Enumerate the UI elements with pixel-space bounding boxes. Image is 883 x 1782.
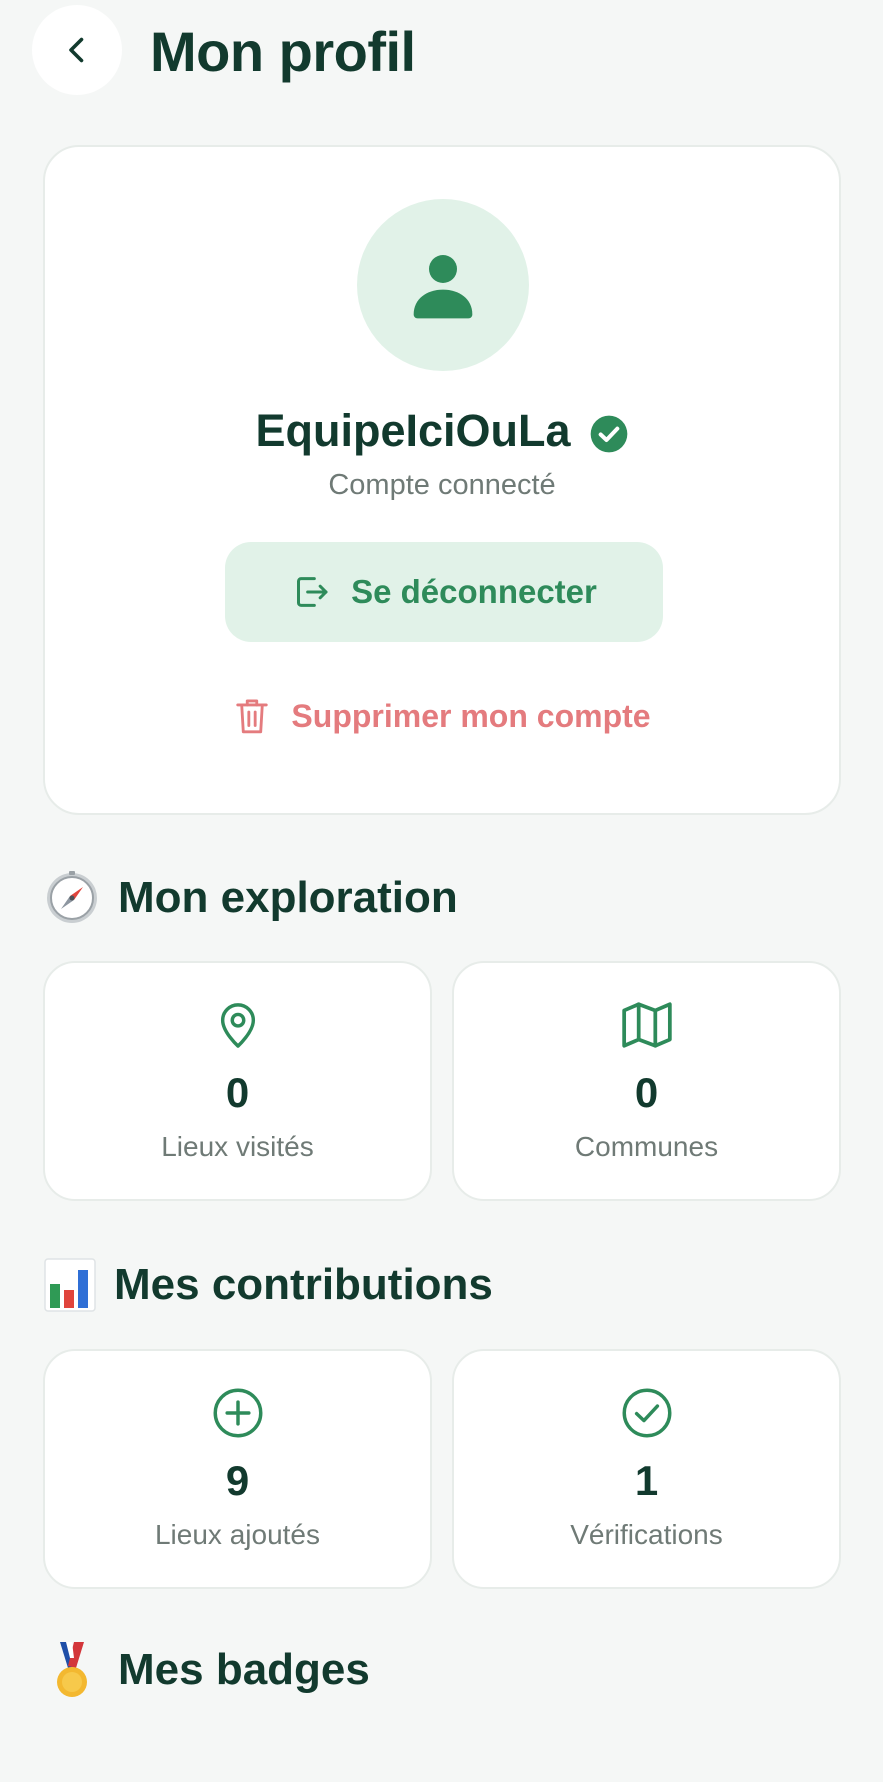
section-title-contributions-label: Mes contributions [114,1260,493,1309]
logout-label: Se déconnecter [351,573,597,610]
back-button[interactable] [32,5,122,95]
stat-value: 0 [634,1069,659,1116]
stat-label: Vérifications [570,1519,723,1550]
stat-value: 0 [225,1069,250,1116]
delete-account-button[interactable]: Supprimer mon compte [45,695,839,737]
section-title-exploration-label: Mon exploration [118,873,458,922]
profile-card: EquipeIciOuLa Compte connecté Se déconne… [43,145,841,815]
verified-check-icon [590,415,627,453]
compass-icon [47,871,97,923]
plus-circle-icon [213,1388,262,1438]
stat-card-verifications: 1 Vérifications [452,1349,841,1589]
map-pin-icon [220,1003,255,1048]
stat-value: 1 [634,1457,659,1504]
logout-icon [297,577,328,607]
logout-button[interactable]: Se déconnecter [225,542,663,642]
section-title-badges-label: Mes badges [118,1645,370,1694]
stat-card-places-added: 9 Lieux ajoutés [43,1349,432,1589]
stat-card-places-visited: 0 Lieux visités [43,961,432,1201]
medal-icon [57,1642,87,1697]
map-icon [621,1002,672,1048]
page-title: Mon profil [150,20,416,83]
section-title-exploration: Mon exploration [44,870,458,926]
username-row: EquipeIciOuLa [45,405,839,457]
account-status: Compte connecté [328,469,556,501]
chevron-left-icon [69,37,84,63]
username: EquipeIciOuLa [255,405,571,456]
user-icon [413,255,473,319]
stat-label: Lieux ajoutés [154,1519,320,1550]
trash-icon [236,699,269,734]
section-title-contributions: Mes contributions [44,1258,493,1312]
header: Mon profil [0,0,883,104]
bar-chart-icon [44,1258,96,1312]
section-title-badges: Mes badges [44,1640,370,1700]
stat-label: Lieux visités [161,1131,314,1162]
stat-card-communes: 0 Communes [452,961,841,1201]
stat-value: 9 [225,1457,250,1504]
delete-account-label: Supprimer mon compte [291,697,651,734]
avatar [357,199,529,371]
stat-label: Communes [574,1131,719,1162]
check-circle-icon [622,1388,671,1438]
